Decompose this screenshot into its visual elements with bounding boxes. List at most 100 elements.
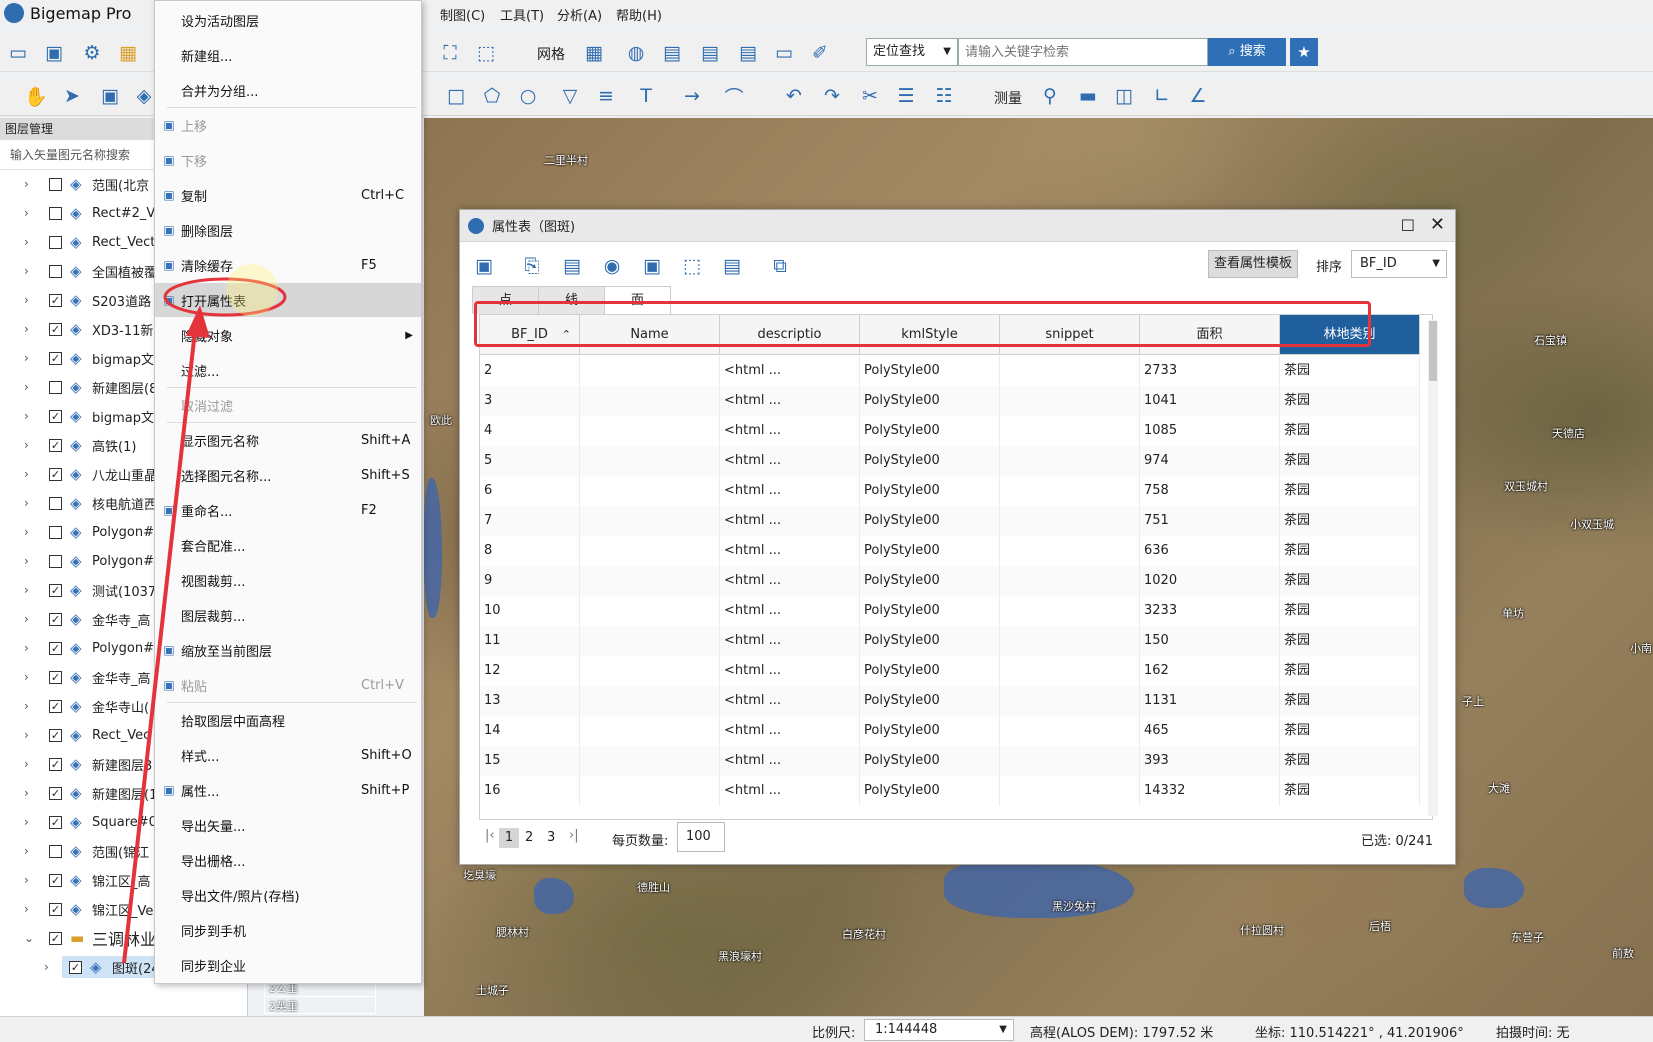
chevron-right-icon[interactable]: › (24, 380, 38, 394)
table-cell[interactable]: 14 (480, 716, 580, 746)
table-row[interactable]: 6 <html ... PolyStyle00 758 茶园 (480, 476, 1420, 506)
table-cell[interactable]: 10 (480, 596, 580, 626)
layer-checkbox[interactable]: ✓ (49, 641, 62, 655)
window-titlebar[interactable]: 属性表（图斑) ☐ ✕ (460, 210, 1455, 242)
table-cell[interactable]: 3233 (1140, 596, 1280, 626)
context-menu-item[interactable]: 显示图元名称 Shift+A (155, 423, 421, 457)
table-cell[interactable]: PolyStyle00 (860, 386, 1000, 416)
table-cell[interactable]: 7 (480, 506, 580, 536)
text-icon[interactable]: T (632, 82, 660, 110)
table-cell[interactable] (1000, 776, 1140, 806)
table-row[interactable]: 2 <html ... PolyStyle00 2733 茶园 (480, 356, 1420, 386)
chevron-right-icon[interactable]: › (24, 467, 38, 481)
context-menu-item[interactable]: 导出栅格... (155, 843, 421, 877)
table-row[interactable]: 14 <html ... PolyStyle00 465 茶园 (480, 716, 1420, 746)
table-cell[interactable]: 1020 (1140, 566, 1280, 596)
locate-icon[interactable]: ▣ (638, 252, 666, 280)
table-cell[interactable] (580, 536, 720, 566)
menu-item[interactable]: 分析(A) (557, 5, 602, 24)
table-cell[interactable]: 751 (1140, 506, 1280, 536)
table-cell[interactable] (580, 716, 720, 746)
table-cell[interactable]: PolyStyle00 (860, 716, 1000, 746)
table-cell[interactable]: 12 (480, 656, 580, 686)
layer-checkbox[interactable]: ✓ (49, 438, 62, 452)
table-cell[interactable]: <html ... (720, 716, 860, 746)
table-cell[interactable] (1000, 536, 1140, 566)
table-cell[interactable] (580, 596, 720, 626)
context-menu-item[interactable]: 样式... Shift+O (155, 738, 421, 772)
chevron-right-icon[interactable]: › (24, 844, 38, 858)
chevron-right-icon[interactable]: › (24, 235, 38, 249)
location-pin-icon[interactable]: ⚲ (1036, 82, 1064, 110)
vertical-scrollbar[interactable] (1428, 320, 1438, 816)
extent-icon[interactable]: ⬚ (678, 252, 706, 280)
chevron-right-icon[interactable]: › (24, 902, 38, 916)
table-cell[interactable]: PolyStyle00 (860, 446, 1000, 476)
layer-checkbox[interactable]: ✓ (49, 467, 62, 481)
table-cell[interactable]: 茶园 (1280, 416, 1420, 446)
visibility-icon[interactable]: ◉ (598, 252, 626, 280)
chevron-right-icon[interactable]: › (24, 264, 38, 278)
table-cell[interactable]: 3 (480, 386, 580, 416)
menu-item[interactable]: 工具(T) (500, 5, 544, 24)
open-folder-icon[interactable]: ▭ (4, 39, 32, 67)
table-cell[interactable] (580, 686, 720, 716)
table-cell[interactable]: 16 (480, 776, 580, 806)
settings-icon[interactable]: ⚙ (78, 39, 106, 67)
chevron-right-icon[interactable]: › (24, 177, 38, 191)
chevron-right-icon[interactable]: › (24, 409, 38, 423)
context-menu-item[interactable]: 同步到手机 (155, 913, 421, 947)
table-cell[interactable] (1000, 686, 1140, 716)
cut-icon[interactable]: ✂ (856, 82, 884, 110)
table-cell[interactable]: <html ... (720, 356, 860, 386)
context-menu-item[interactable]: 视图裁剪... (155, 563, 421, 597)
table-cell[interactable]: 14332 (1140, 776, 1280, 806)
chevron-right-icon[interactable]: › (24, 786, 38, 800)
table-cell[interactable]: 茶园 (1280, 356, 1420, 386)
chevron-right-icon[interactable]: › (24, 322, 38, 336)
save-icon[interactable]: ▣ (40, 39, 68, 67)
table-cell[interactable] (580, 776, 720, 806)
triangle-icon[interactable]: ▽ (556, 82, 584, 110)
table-cell[interactable]: PolyStyle00 (860, 686, 1000, 716)
table-cell[interactable] (1000, 446, 1140, 476)
chevron-down-icon[interactable]: ⌄ (24, 931, 38, 945)
first-page-icon[interactable]: |‹ (485, 828, 495, 843)
table-cell[interactable]: 9 (480, 566, 580, 596)
chevron-right-icon[interactable]: › (24, 206, 38, 220)
table-cell[interactable]: <html ... (720, 416, 860, 446)
table-cell[interactable]: 162 (1140, 656, 1280, 686)
chevron-right-icon[interactable]: › (24, 496, 38, 510)
table-cell[interactable]: 1131 (1140, 686, 1280, 716)
layer-checkbox[interactable]: ✓ (49, 699, 62, 713)
layer-checkbox[interactable]: ✓ (49, 786, 62, 800)
chevron-right-icon[interactable]: › (24, 641, 38, 655)
context-menu-item[interactable]: 隐藏对象 ▶ (155, 318, 421, 352)
context-menu-item[interactable]: ▣ 重命名... F2 (155, 493, 421, 527)
layer-checkbox[interactable]: ✓ (49, 815, 62, 829)
layer-checkbox[interactable] (49, 264, 62, 278)
table-cell[interactable]: 13 (480, 686, 580, 716)
table-cell[interactable]: PolyStyle00 (860, 626, 1000, 656)
layer-checkbox[interactable] (49, 496, 62, 510)
chevron-right-icon[interactable]: › (24, 583, 38, 597)
table-cell[interactable]: <html ... (720, 386, 860, 416)
chevron-right-icon[interactable]: › (24, 525, 38, 539)
favorite-button[interactable]: ★ (1290, 38, 1318, 66)
context-menu-item[interactable]: 新建组... (155, 38, 421, 72)
table-cell[interactable]: 1085 (1140, 416, 1280, 446)
table-cell[interactable]: PolyStyle00 (860, 566, 1000, 596)
layer-checkbox[interactable] (49, 235, 62, 249)
table-cell[interactable] (580, 386, 720, 416)
context-menu-item[interactable]: 选择图元名称... Shift+S (155, 458, 421, 492)
table-cell[interactable]: PolyStyle00 (860, 536, 1000, 566)
rectangle-icon[interactable]: □ (442, 82, 470, 110)
table-cell[interactable] (580, 566, 720, 596)
table-cell[interactable]: PolyStyle00 (860, 596, 1000, 626)
scale-select[interactable]: 1:144448 ▼ (864, 1019, 1014, 1041)
chevron-right-icon[interactable]: › (24, 554, 38, 568)
table-cell[interactable]: 茶园 (1280, 716, 1420, 746)
preview-icon[interactable]: ⎘ (518, 252, 546, 280)
table-cell[interactable]: 茶园 (1280, 446, 1420, 476)
table-cell[interactable]: PolyStyle00 (860, 746, 1000, 776)
